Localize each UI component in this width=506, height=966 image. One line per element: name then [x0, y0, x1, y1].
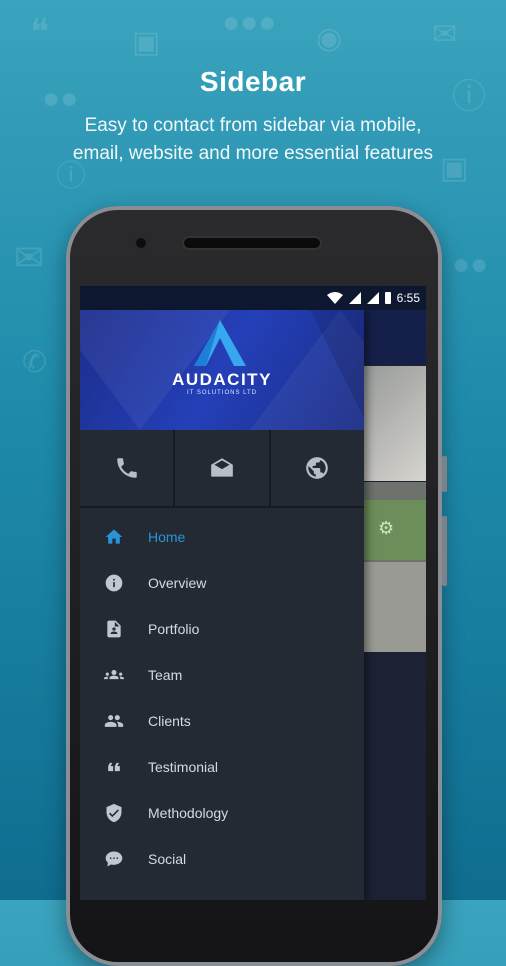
globe-icon: ◉ — [316, 22, 343, 55]
drawer-header: AUDACITY IT SOLUTIONS LTD — [80, 310, 364, 430]
phone-icon: ✆ — [22, 346, 48, 379]
globe-icon — [306, 457, 329, 479]
website-button[interactable] — [271, 430, 364, 506]
contact-actions — [80, 430, 364, 508]
sidebar-item-label: Clients — [148, 713, 191, 729]
front-camera — [136, 238, 146, 248]
status-bar: 6:55 — [80, 286, 426, 310]
sidebar-item-clients[interactable]: Clients — [80, 698, 364, 744]
info-icon — [105, 574, 123, 592]
signal-icon — [348, 292, 361, 304]
status-time: 6:55 — [396, 291, 420, 305]
sidebar-item-label: Social — [148, 851, 187, 867]
brand-tagline: IT SOLUTIONS LTD — [186, 390, 258, 396]
battery-icon — [384, 292, 391, 304]
sidebar-item-testimonial[interactable]: Testimonial — [80, 744, 364, 790]
mail-icon: ✉ — [14, 237, 45, 278]
subline: Easy to contact from sidebar via mobile,… — [0, 112, 506, 168]
subline-line-2: email, website and more essential featur… — [72, 143, 434, 164]
sidebar-item-portfolio[interactable]: Portfolio — [80, 606, 364, 652]
phone-frame: 6:55 ⚙ AUDACITY IT SOLUTIONS LTD Home Ov… — [66, 206, 447, 966]
brand-name: AUDACITY — [172, 370, 272, 389]
phone-screen: 6:55 ⚙ AUDACITY IT SOLUTIONS LTD Home Ov… — [80, 286, 426, 900]
subline-line-1: Easy to contact from sidebar via mobile, — [84, 115, 422, 136]
clients-icon — [104, 715, 124, 727]
earpiece-speaker — [184, 238, 320, 248]
wifi-icon — [326, 292, 343, 304]
chat-icon — [105, 851, 123, 867]
sidebar-item-home[interactable]: Home — [80, 514, 364, 560]
home-icon — [105, 529, 123, 544]
document-icon: ▣ — [132, 26, 161, 59]
volume-button — [442, 516, 447, 586]
sidebar-item-social[interactable]: Social — [80, 836, 364, 882]
quote-icon: ❝ — [30, 11, 50, 52]
sidebar-item-label: Home — [148, 529, 186, 545]
brand-logo-icon — [194, 320, 246, 366]
power-button — [442, 456, 447, 492]
mail-icon — [211, 458, 233, 477]
sidebar-item-label: Team — [148, 667, 183, 683]
team-icon: ●● — [452, 248, 489, 281]
email-button[interactable] — [175, 430, 271, 506]
call-button[interactable] — [80, 430, 176, 506]
quote-icon — [108, 762, 120, 772]
sidebar-item-label: Testimonial — [148, 759, 219, 775]
mail-icon: ✉ — [432, 18, 458, 51]
signal-icon — [366, 292, 379, 304]
headline: Sidebar — [199, 66, 307, 97]
sidebar-menu: Home Overview Portfolio Team Clients Tes… — [80, 508, 364, 882]
phone-icon — [116, 458, 137, 478]
gear-icon: ⚙ — [378, 518, 395, 538]
sidebar-item-label: Methodology — [148, 805, 229, 821]
sidebar-drawer: AUDACITY IT SOLUTIONS LTD Home Overview … — [80, 310, 364, 900]
document-icon — [107, 620, 121, 638]
sidebar-item-overview[interactable]: Overview — [80, 560, 364, 606]
sidebar-item-team[interactable]: Team — [80, 652, 364, 698]
sidebar-item-label: Overview — [148, 575, 207, 591]
app-image — [362, 562, 426, 652]
shield-check-icon — [106, 803, 122, 823]
sidebar-item-label: Portfolio — [148, 621, 200, 637]
team-icon — [104, 670, 124, 680]
team-icon: ●●● — [222, 6, 277, 39]
sidebar-item-methodology[interactable]: Methodology — [80, 790, 364, 836]
